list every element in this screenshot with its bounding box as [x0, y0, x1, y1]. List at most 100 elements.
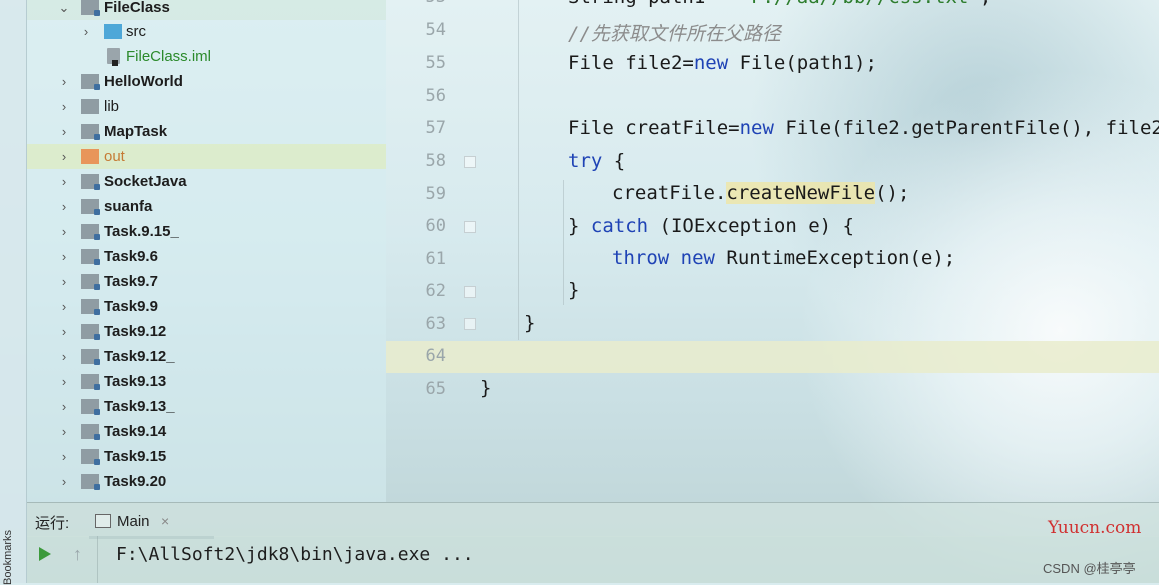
chevron-right-icon[interactable]: ›	[55, 173, 73, 191]
tree-item-label: lib	[104, 98, 120, 115]
code-text: }	[568, 215, 591, 237]
tree-item-label: HelloWorld	[104, 73, 183, 90]
code-line-60: } catch (IOException e) {	[568, 215, 854, 237]
code-text: }	[568, 279, 580, 301]
module-folder-icon	[81, 0, 100, 16]
chevron-right-icon[interactable]: ›	[55, 448, 73, 466]
tree-item-socketjava[interactable]: › SocketJava	[27, 169, 386, 194]
source-folder-icon	[104, 24, 122, 39]
tree-item-label: Task9.15	[104, 448, 167, 465]
chevron-right-icon[interactable]: ›	[55, 348, 73, 366]
excluded-folder-icon	[81, 149, 99, 164]
module-folder-icon	[81, 324, 100, 340]
module-folder-icon	[81, 449, 100, 465]
line-number: 60	[425, 216, 446, 236]
tree-item-fileclass-iml[interactable]: FileClass.iml	[27, 44, 386, 69]
code-keyword: new	[693, 52, 729, 74]
module-folder-icon	[81, 399, 100, 415]
module-folder-icon	[81, 299, 100, 315]
tree-item-task9-14[interactable]: › Task9.14	[27, 419, 386, 444]
tree-item-helloworld[interactable]: › HelloWorld	[27, 69, 386, 94]
tree-item-maptask[interactable]: › MapTask	[27, 119, 386, 144]
chevron-right-icon[interactable]: ›	[55, 198, 73, 216]
code-line-53: String path1 = "F://aa//bb//css.txt";	[568, 0, 991, 8]
fold-marker-icon[interactable]	[464, 221, 476, 233]
tree-item-task9-15[interactable]: › Task9.15	[27, 444, 386, 469]
tree-item-label: Task9.6	[104, 248, 158, 265]
tree-item-label: FileClass.iml	[126, 48, 212, 65]
code-line-61: throw new RuntimeException(e);	[612, 247, 955, 269]
code-keyword: catch	[590, 215, 649, 237]
code-text: {	[602, 150, 626, 172]
fold-marker-icon[interactable]	[464, 318, 476, 330]
chevron-right-icon[interactable]: ›	[55, 298, 73, 316]
code-text: File(path1);	[728, 52, 877, 74]
chevron-right-icon[interactable]: ›	[55, 248, 73, 266]
chevron-right-icon[interactable]: ›	[55, 73, 73, 91]
line-number: 59	[425, 184, 446, 204]
tree-item-label: out	[104, 148, 125, 165]
chevron-right-icon[interactable]: ›	[55, 373, 73, 391]
tree-item-src[interactable]: › src	[27, 19, 386, 44]
bookmarks-tool-button[interactable]: Bookmarks	[2, 525, 22, 585]
tree-item-task9-7[interactable]: › Task9.7	[27, 269, 386, 294]
tree-item-task9-9[interactable]: › Task9.9	[27, 294, 386, 319]
tree-item-task-9-15-dot[interactable]: › Task.9.15_	[27, 219, 386, 244]
chevron-right-icon[interactable]: ›	[77, 23, 95, 41]
indent-guide	[563, 180, 564, 305]
tree-item-out[interactable]: › out	[27, 144, 386, 169]
tree-item-task9-12-underscore[interactable]: › Task9.12_	[27, 344, 386, 369]
chevron-right-icon[interactable]: ›	[55, 473, 73, 491]
project-tree: ⌄ FileClass › src FileClass.iml › HelloW…	[27, 0, 386, 502]
code-line-58: try {	[568, 150, 625, 172]
tree-item-task9-13-underscore[interactable]: › Task9.13_	[27, 394, 386, 419]
tree-item-task9-20[interactable]: › Task9.20	[27, 469, 386, 494]
chevron-right-icon[interactable]: ›	[55, 423, 73, 441]
chevron-right-icon[interactable]: ›	[55, 273, 73, 291]
code-keyword: new	[739, 117, 774, 139]
line-number: 62	[425, 281, 446, 301]
tree-item-task9-12[interactable]: › Task9.12	[27, 319, 386, 344]
fold-marker-icon[interactable]	[464, 286, 476, 298]
rerun-play-icon[interactable]	[39, 547, 51, 561]
run-console[interactable]: ↑ F:\AllSoft2\jdk8\bin\java.exe ...	[27, 536, 1159, 583]
tree-item-suanfa[interactable]: › suanfa	[27, 194, 386, 219]
chevron-right-icon[interactable]: ›	[55, 98, 73, 116]
chevron-right-icon[interactable]: ›	[55, 323, 73, 341]
code-text: RuntimeException(e);	[714, 247, 956, 269]
code-text: ();	[875, 182, 910, 204]
tree-item-label: Task.9.15_	[104, 223, 179, 240]
line-number: 56	[425, 86, 446, 106]
module-folder-icon	[81, 224, 100, 240]
module-folder-icon	[81, 424, 100, 440]
close-icon[interactable]: ×	[161, 513, 169, 529]
tree-item-label: Task9.12	[104, 323, 167, 340]
code-editor[interactable]: 53 54 55 56 57 58 59 60 61 62 63 64 65 S…	[386, 0, 1159, 502]
chevron-right-icon[interactable]: ›	[55, 148, 73, 166]
tree-item-fileclass[interactable]: ⌄ FileClass	[27, 0, 386, 20]
chevron-down-icon[interactable]: ⌄	[55, 0, 73, 17]
tree-item-task9-6[interactable]: › Task9.6	[27, 244, 386, 269]
tree-item-lib[interactable]: › lib	[27, 94, 386, 119]
fold-marker-icon[interactable]	[464, 156, 476, 168]
code-keyword: throw	[612, 247, 670, 269]
chevron-right-icon[interactable]: ›	[55, 123, 73, 141]
current-line-highlight	[386, 341, 1159, 373]
iml-file-icon	[107, 48, 120, 66]
author-watermark: CSDN @桂亭亭	[1043, 561, 1136, 576]
module-folder-icon	[81, 274, 100, 290]
chevron-right-icon[interactable]: ›	[55, 398, 73, 416]
run-tab-main[interactable]: Main ×	[89, 505, 214, 539]
tree-item-task9-13[interactable]: › Task9.13	[27, 369, 386, 394]
tree-item-label: Task9.7	[104, 273, 158, 290]
chevron-right-icon[interactable]: ›	[55, 223, 73, 241]
code-text: String path1 =	[568, 0, 740, 8]
tree-item-label: Task9.20	[104, 473, 167, 490]
indent-guide	[518, 0, 519, 340]
run-tool-window-header: 运行: Main ×	[27, 502, 1159, 539]
tree-item-label: src	[126, 23, 146, 40]
code-line-59: creatFile.createNewFile();	[612, 182, 909, 204]
code-text: }	[524, 312, 536, 334]
arrow-up-icon[interactable]: ↑	[73, 544, 82, 565]
